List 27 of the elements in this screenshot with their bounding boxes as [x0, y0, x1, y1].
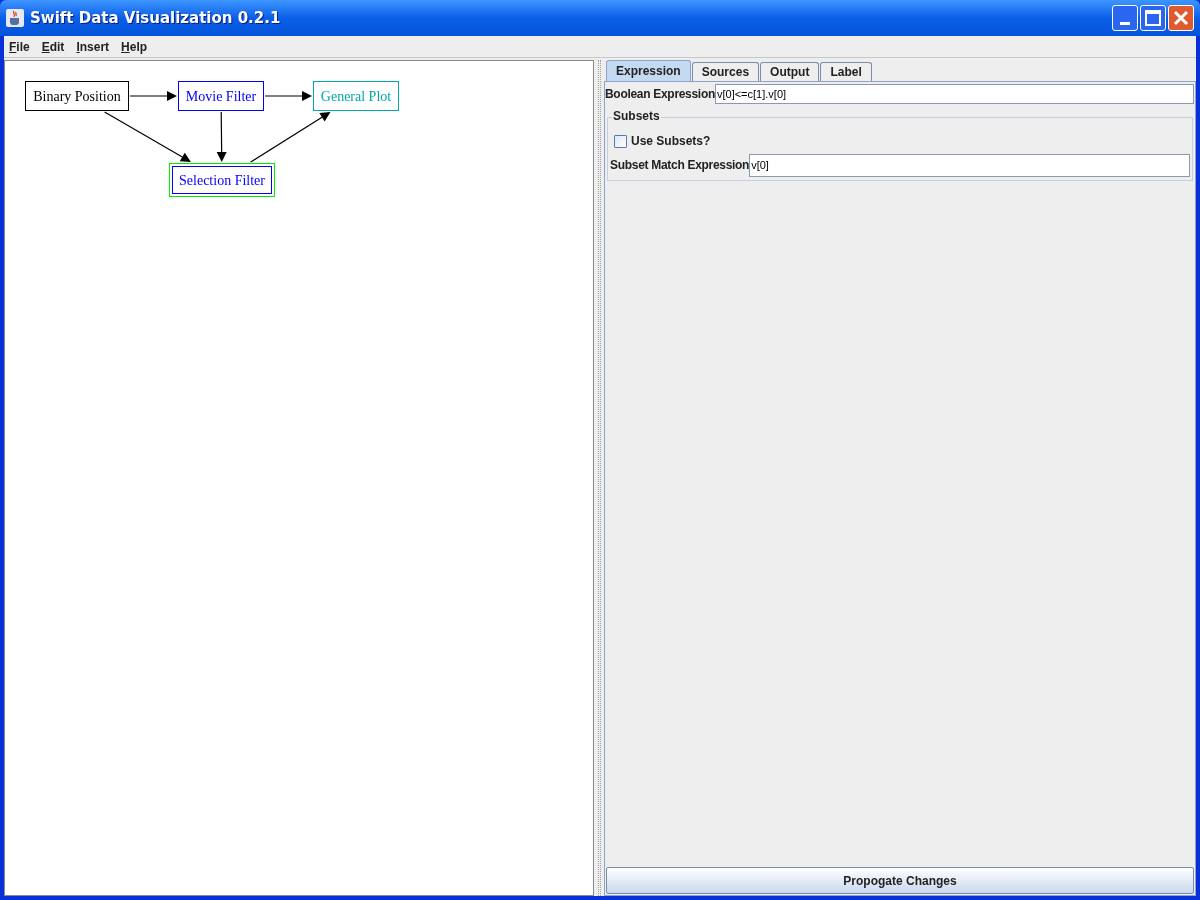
propagate-button[interactable]: Propogate Changes	[606, 867, 1194, 894]
checkbox-label[interactable]: Use Subsets?	[631, 132, 711, 150]
menu-item[interactable]: Edit	[41, 37, 65, 56]
checkbox[interactable]	[614, 134, 627, 148]
input-field[interactable]: v[0]	[749, 153, 1190, 177]
input-field[interactable]: v[0]<=c[1].v[0]	[714, 84, 1194, 104]
tab[interactable]: Label	[820, 62, 872, 81]
coffee-cup-icon	[6, 9, 24, 27]
graph-node[interactable]: Movie Filter	[178, 81, 264, 111]
maximize-button[interactable]	[1140, 5, 1166, 31]
close-icon	[1173, 10, 1189, 26]
graph-node[interactable]: Binary Position	[25, 81, 129, 111]
arrow	[264, 91, 312, 101]
menu-item[interactable]: Insert	[76, 37, 110, 56]
graph-node[interactable]: Selection Filter	[169, 163, 275, 197]
arrow	[216, 111, 227, 162]
window-title: Swift Data Visualization 0.2.1	[30, 7, 281, 29]
menu-item[interactable]: File	[9, 37, 30, 56]
close-button[interactable]	[1168, 5, 1194, 31]
field-label: Subset Match Expression	[610, 157, 750, 174]
menu-item[interactable]: Help	[121, 37, 148, 56]
minimize-button[interactable]	[1112, 5, 1138, 31]
arrow	[129, 91, 177, 101]
tab[interactable]: Output	[760, 62, 820, 81]
tab[interactable]: Sources	[691, 62, 760, 81]
field-label: Boolean Expression	[605, 86, 715, 103]
tab[interactable]: Expression	[606, 60, 691, 81]
